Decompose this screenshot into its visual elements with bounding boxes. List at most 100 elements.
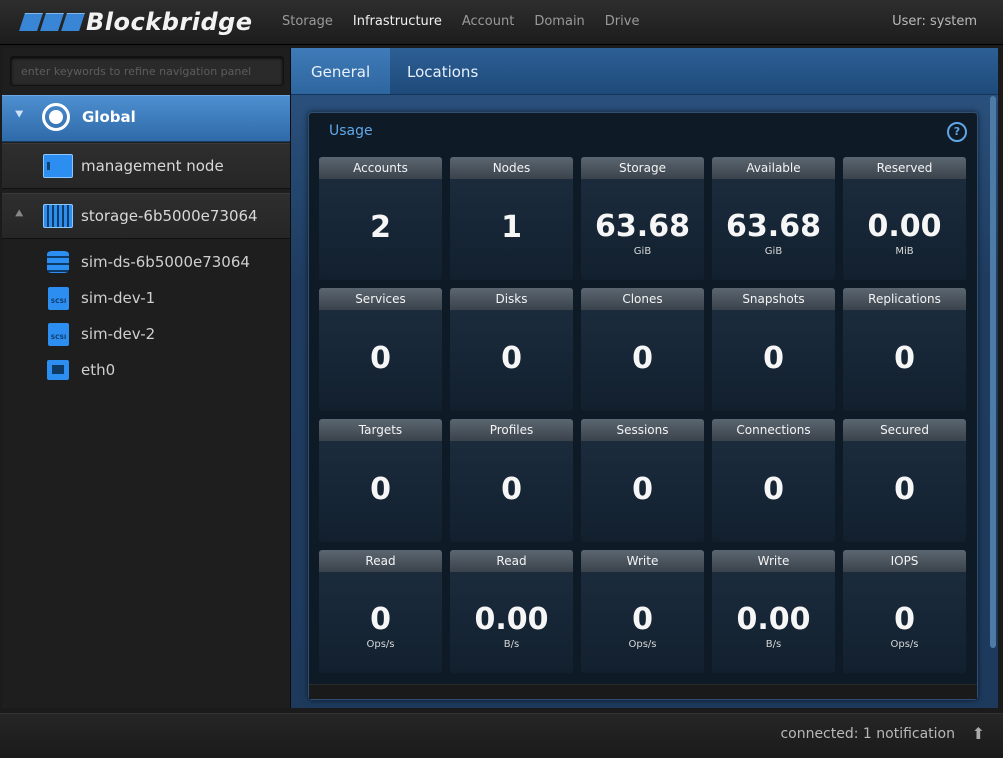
user-menu[interactable]: User: system bbox=[892, 14, 977, 29]
stat-tile-clones: Clones 0 bbox=[581, 288, 704, 411]
ethernet-icon bbox=[47, 360, 69, 380]
stat-tile-value: 0 bbox=[894, 472, 915, 507]
stat-tile-accounts: Accounts 2 bbox=[319, 157, 442, 280]
stat-tile-targets: Targets 0 bbox=[319, 419, 442, 542]
stat-tile-value: 0 bbox=[501, 472, 522, 507]
stat-tile-profiles: Profiles 0 bbox=[450, 419, 573, 542]
tree-item-eth0[interactable]: eth0 bbox=[2, 353, 290, 387]
stat-tile-secured: Secured 0 bbox=[843, 419, 966, 542]
stat-tile-label: Sessions bbox=[581, 419, 704, 441]
stat-tile-label: Available bbox=[712, 157, 835, 179]
tree-item-storage[interactable]: ⯅ storage-6b5000e73064 bbox=[2, 193, 290, 239]
tree-item-label: Global bbox=[82, 108, 136, 126]
stat-tile-replications: Replications 0 bbox=[843, 288, 966, 411]
stat-tile-value: 0 bbox=[632, 472, 653, 507]
stat-tile-label: Disks bbox=[450, 288, 573, 310]
usage-title: Usage bbox=[329, 123, 373, 139]
scsi-icon: SCSI bbox=[48, 287, 69, 310]
stat-tile-label: Reserved bbox=[843, 157, 966, 179]
stat-tile-read-bs: Read 0.00 B/s bbox=[450, 550, 573, 673]
stat-tile-label: Snapshots bbox=[712, 288, 835, 310]
stat-tile-available-gib: Available 63.68 GiB bbox=[712, 157, 835, 280]
stat-tile-storage-gib: Storage 63.68 GiB bbox=[581, 157, 704, 280]
scrollbar[interactable] bbox=[990, 96, 996, 648]
logo-blocks-icon bbox=[19, 13, 85, 31]
stat-tile-value: 0.00 bbox=[474, 602, 549, 637]
logo[interactable]: Blockbridge bbox=[19, 8, 253, 36]
main-panel: General Locations Usage ? Accounts 2 Nodes… bbox=[291, 48, 998, 708]
stat-tile-value: 2 bbox=[370, 210, 391, 245]
scsi-icon: SCSI bbox=[48, 323, 69, 346]
search-wrap bbox=[10, 56, 284, 86]
search-input[interactable] bbox=[10, 56, 284, 86]
stat-tile-unit: Ops/s bbox=[628, 639, 657, 650]
stat-tile-value: 0 bbox=[763, 472, 784, 507]
stat-tile-connections: Connections 0 bbox=[712, 419, 835, 542]
tree-item-label: sim-ds-6b5000e73064 bbox=[81, 253, 250, 271]
stat-tile-disks: Disks 0 bbox=[450, 288, 573, 411]
stat-tile-label: Nodes bbox=[450, 157, 573, 179]
tree-item-sim-dev-1[interactable]: SCSI sim-dev-1 bbox=[2, 281, 290, 315]
globe-icon bbox=[42, 103, 70, 131]
stat-tile-write-bs: Write 0.00 B/s bbox=[712, 550, 835, 673]
stat-tile-read-opss: Read 0 Ops/s bbox=[319, 550, 442, 673]
stat-tile-unit: GiB bbox=[764, 246, 783, 257]
help-icon[interactable]: ? bbox=[947, 122, 967, 142]
stat-tile-value: 63.68 bbox=[595, 209, 690, 244]
tree-item-label: eth0 bbox=[81, 361, 116, 379]
nav-infrastructure[interactable]: Infrastructure bbox=[353, 14, 442, 29]
stat-tile-unit: MiB bbox=[895, 246, 914, 257]
stat-tile-sessions: Sessions 0 bbox=[581, 419, 704, 542]
stat-tile-value: 0 bbox=[632, 341, 653, 376]
stat-tile-nodes: Nodes 1 bbox=[450, 157, 573, 280]
stat-tile-label: IOPS bbox=[843, 550, 966, 572]
chevron-up-icon[interactable]: ⯅ bbox=[14, 207, 24, 222]
stat-tile-unit: GiB bbox=[633, 246, 652, 257]
nav-account[interactable]: Account bbox=[462, 14, 515, 29]
double-chevron-up-icon[interactable]: ⬆ bbox=[972, 724, 985, 743]
stat-tile-reserved-mib: Reserved 0.00 MiB bbox=[843, 157, 966, 280]
tree-item-label: management node bbox=[81, 157, 224, 175]
top-bar: Blockbridge Storage Infrastructure Accou… bbox=[0, 0, 1003, 45]
stat-tile-value: 0 bbox=[370, 602, 391, 637]
tree-item-label: sim-dev-2 bbox=[81, 325, 156, 343]
connection-status[interactable]: connected: 1 notification bbox=[780, 726, 955, 742]
tree-item-sim-dev-2[interactable]: SCSI sim-dev-2 bbox=[2, 317, 290, 351]
nav-domain[interactable]: Domain bbox=[534, 14, 584, 29]
stat-tile-label: Connections bbox=[712, 419, 835, 441]
stat-tile-value: 0 bbox=[632, 602, 653, 637]
stat-tile-iops-opss: IOPS 0 Ops/s bbox=[843, 550, 966, 673]
stat-tile-value: 0 bbox=[894, 341, 915, 376]
stat-tile-value: 1 bbox=[501, 210, 522, 245]
navigation-panel: ⯆ Global management node ⯅ storage-6b500… bbox=[2, 48, 291, 708]
logo-text: Blockbridge bbox=[86, 8, 253, 36]
stat-tile-label: Services bbox=[319, 288, 442, 310]
stat-tile-label: Read bbox=[450, 550, 573, 572]
nav-drive[interactable]: Drive bbox=[605, 14, 640, 29]
tree-item-management-node[interactable]: management node bbox=[2, 143, 290, 189]
nav-storage[interactable]: Storage bbox=[282, 14, 333, 29]
stat-tile-services: Services 0 bbox=[319, 288, 442, 411]
stat-tile-value: 0 bbox=[894, 602, 915, 637]
stat-tile-label: Write bbox=[581, 550, 704, 572]
stat-tile-label: Targets bbox=[319, 419, 442, 441]
datastore-icon bbox=[47, 251, 69, 273]
tab-general[interactable]: General bbox=[291, 48, 391, 94]
stat-tile-label: Write bbox=[712, 550, 835, 572]
tab-bar: General Locations bbox=[291, 48, 998, 95]
top-nav: Storage Infrastructure Account Domain Dr… bbox=[282, 14, 659, 29]
stat-tile-unit: B/s bbox=[765, 639, 782, 650]
tab-locations[interactable]: Locations bbox=[387, 48, 498, 94]
tree-item-datastore[interactable]: sim-ds-6b5000e73064 bbox=[2, 245, 290, 279]
stat-tile-value: 0 bbox=[501, 341, 522, 376]
stat-tile-value: 0 bbox=[370, 341, 391, 376]
stat-tile-write-opss: Write 0 Ops/s bbox=[581, 550, 704, 673]
tree-item-global[interactable]: ⯆ Global bbox=[2, 95, 290, 142]
chevron-down-icon[interactable]: ⯆ bbox=[14, 108, 24, 123]
stat-tile-value: 63.68 bbox=[726, 209, 821, 244]
stat-tile-value: 0.00 bbox=[867, 209, 942, 244]
stat-tile-label: Storage bbox=[581, 157, 704, 179]
status-bar: connected: 1 notification ⬆ bbox=[0, 713, 1003, 758]
stat-tile-label: Accounts bbox=[319, 157, 442, 179]
stat-tile-value: 0 bbox=[763, 341, 784, 376]
